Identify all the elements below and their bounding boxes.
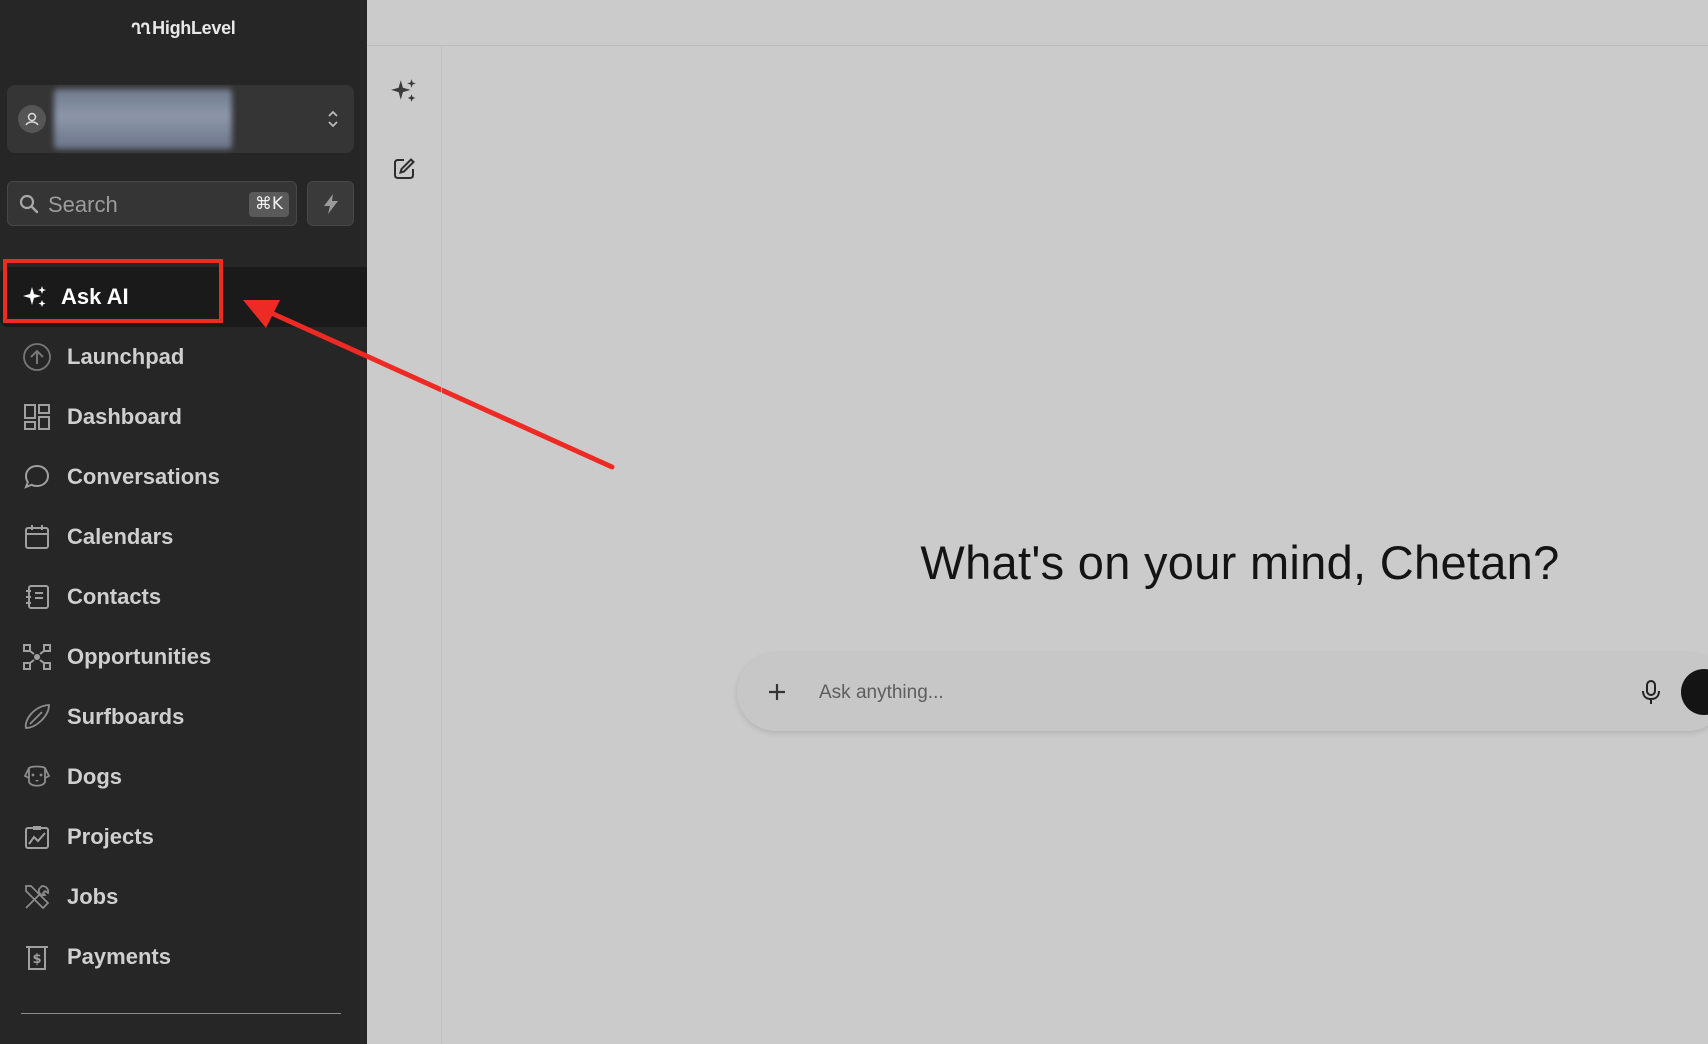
- sidebar-item-opportunities[interactable]: Opportunities: [0, 627, 367, 687]
- voice-mode-button[interactable]: [1681, 669, 1708, 715]
- launchpad-icon: [22, 342, 52, 372]
- calendar-icon: [22, 522, 52, 552]
- annotation-highlight-box: [3, 259, 223, 323]
- new-chat-button[interactable]: [389, 154, 419, 184]
- payments-receipt-icon: $: [22, 942, 52, 972]
- contacts-book-icon: [22, 582, 52, 612]
- lightning-bolt-icon: [323, 193, 338, 214]
- sidebar-item-dashboard[interactable]: Dashboard: [0, 387, 367, 447]
- chevron-updown-icon: [328, 110, 338, 128]
- sidebar-item-dogs[interactable]: Dogs: [0, 747, 367, 807]
- search-placeholder: Search: [48, 192, 118, 217]
- ai-side-rail: [367, 46, 442, 1044]
- ask-ai-input[interactable]: [817, 675, 1541, 711]
- top-bar: [367, 0, 1708, 46]
- location-pin-icon: [18, 105, 46, 133]
- microphone-icon[interactable]: [1636, 677, 1666, 707]
- sidebar-item-label: Projects: [67, 824, 154, 849]
- search-icon: [19, 194, 39, 214]
- sidebar-item-projects[interactable]: Projects: [0, 807, 367, 867]
- sidebar-nav: Ask AI Launchpad Dashboard Conversations…: [0, 267, 367, 987]
- sidebar-item-label: Calendars: [67, 524, 174, 549]
- sidebar-item-label: Surfboards: [67, 704, 185, 729]
- ask-ai-composer: [737, 653, 1708, 731]
- sparkle-icon: [391, 79, 416, 102]
- brand-name: HighLevel: [152, 18, 236, 38]
- chat-bubble-icon: [22, 462, 52, 492]
- quick-actions-button[interactable]: [307, 181, 354, 226]
- search-shortcut-badge: ⌘K: [248, 192, 289, 217]
- sidebar: ՂՂHighLevel Search ⌘K Ask AI Launchpad: [0, 0, 367, 1044]
- sidebar-item-label: Opportunities: [67, 644, 212, 669]
- page-greeting: What's on your mind, Chetan?: [920, 536, 1560, 589]
- sidebar-item-calendars[interactable]: Calendars: [0, 507, 367, 567]
- plus-icon[interactable]: [763, 678, 791, 706]
- sidebar-item-label: Contacts: [67, 584, 162, 609]
- sidebar-item-label: Dogs: [67, 764, 122, 789]
- dog-face-icon: [22, 762, 52, 792]
- sidebar-item-label: Conversations: [67, 464, 220, 489]
- sidebar-item-label: Payments: [67, 944, 171, 969]
- sidebar-item-label: Launchpad: [67, 344, 185, 369]
- sidebar-divider: [21, 1013, 341, 1014]
- projects-chart-icon: [22, 822, 52, 852]
- account-switcher[interactable]: [7, 85, 354, 153]
- search-input[interactable]: Search ⌘K: [7, 181, 297, 226]
- ai-assistant-button[interactable]: [389, 76, 419, 106]
- brand-logo[interactable]: ՂՂ HighLevel: [0, 18, 367, 39]
- sidebar-item-launchpad[interactable]: Launchpad: [0, 327, 367, 387]
- edit-compose-icon: [394, 158, 415, 179]
- brand-mark: ՂՂ: [131, 19, 151, 38]
- dashboard-grid-icon: [22, 402, 52, 432]
- sidebar-item-contacts[interactable]: Contacts: [0, 567, 367, 627]
- sidebar-item-conversations[interactable]: Conversations: [0, 447, 367, 507]
- sidebar-item-surfboards[interactable]: Surfboards: [0, 687, 367, 747]
- sidebar-item-jobs[interactable]: Jobs: [0, 867, 367, 927]
- sidebar-item-label: Jobs: [67, 884, 119, 909]
- svg-text:$: $: [32, 952, 41, 967]
- opportunities-network-icon: [22, 642, 52, 672]
- sidebar-item-label: Dashboard: [67, 404, 182, 429]
- tools-icon: [22, 882, 52, 912]
- sidebar-item-payments[interactable]: $ Payments: [0, 927, 367, 987]
- surfboard-icon: [22, 702, 52, 732]
- account-name-redacted: [54, 89, 232, 149]
